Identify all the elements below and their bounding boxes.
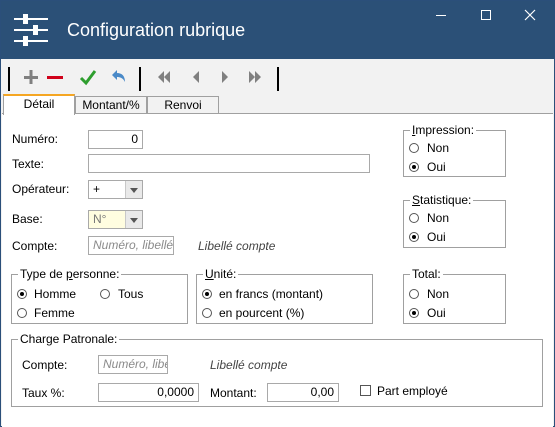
toolbar (1, 59, 554, 95)
settings-sliders-icon (14, 14, 48, 46)
statistique-non-radio[interactable] (409, 213, 419, 223)
numero-label: Numéro: (12, 132, 59, 146)
compte-libelle: Libellé compte (198, 239, 276, 253)
add-icon[interactable] (21, 67, 41, 87)
unite-group: Unité: en francs (montant) en pourcent (… (196, 267, 373, 324)
impression-non-label: Non (427, 141, 450, 155)
impression-oui-radio[interactable] (409, 162, 419, 172)
config-window: Configuration rubrique Détail Montant/% … (0, 0, 555, 427)
compte-input[interactable]: Numéro, libellé (88, 236, 174, 255)
window-title: Configuration rubrique (67, 20, 246, 40)
texte-label: Texte: (12, 157, 45, 171)
tous-label: Tous (118, 287, 144, 301)
type-personne-group: Type de personne: Homme Tous Femme (11, 267, 188, 324)
last-record-icon[interactable] (245, 67, 265, 87)
toolbar-separator (277, 67, 279, 91)
first-record-icon[interactable] (154, 67, 174, 87)
operateur-label: Opérateur: (12, 182, 70, 196)
total-non-label: Non (427, 287, 450, 301)
operateur-value: + (93, 182, 101, 196)
femme-label: Femme (34, 306, 75, 320)
impression-title: Impression: (410, 123, 477, 137)
close-icon (524, 9, 536, 21)
unite-title: Unité: (203, 267, 239, 281)
chevron-down-icon[interactable] (125, 211, 142, 228)
tab-montant[interactable]: Montant/% (75, 96, 147, 114)
part-employe-checkbox[interactable] (360, 385, 371, 396)
montant-input[interactable]: 0,00 (267, 383, 339, 402)
statistique-oui-label: Oui (427, 230, 446, 244)
maximize-icon (481, 10, 491, 20)
impression-group: Impression: Non Oui (403, 123, 506, 177)
charge-patronale-group: Charge Patronale: Compte: Numéro, libell… (11, 332, 543, 407)
total-oui-radio[interactable] (409, 308, 419, 318)
statistique-title: Statistique: (410, 193, 474, 207)
total-oui-label: Oui (427, 306, 446, 320)
toolbar-separator (139, 67, 141, 91)
cp-compte-label: Compte: (22, 358, 68, 372)
francs-label: en francs (montant) (219, 287, 324, 301)
title-bar: Configuration rubrique (1, 1, 554, 59)
operateur-select[interactable]: + (88, 180, 143, 199)
total-title: Total: (410, 267, 443, 281)
minimize-icon (436, 15, 446, 16)
taux-input[interactable]: 0,0000 (98, 383, 199, 402)
base-select[interactable]: N° (88, 210, 143, 229)
detail-panel: Numéro: 0 Texte: Opérateur: + Base: N° C… (2, 113, 553, 427)
impression-oui-label: Oui (427, 160, 446, 174)
statistique-title-text: tatistique: (420, 193, 472, 207)
statistique-non-label: Non (427, 211, 450, 225)
undo-icon[interactable] (108, 67, 128, 87)
cp-compte-input[interactable]: Numéro, libellé (98, 355, 168, 374)
tab-renvoi[interactable]: Renvoi (147, 96, 219, 114)
base-label: Base: (12, 212, 43, 226)
close-button[interactable] (515, 7, 545, 27)
tab-detail[interactable]: Détail (3, 94, 75, 115)
total-non-radio[interactable] (409, 289, 419, 299)
pourcent-radio[interactable] (202, 308, 212, 318)
next-record-icon[interactable] (215, 67, 235, 87)
taux-label: Taux %: (22, 386, 65, 400)
minimize-button[interactable] (426, 7, 456, 27)
cp-compte-libelle: Libellé compte (210, 358, 288, 372)
pourcent-label: en pourcent (%) (219, 306, 305, 320)
montant-label: Montant: (210, 386, 257, 400)
impression-title-text: mpression: (415, 123, 475, 137)
delete-icon[interactable] (45, 67, 65, 87)
validate-icon[interactable] (78, 67, 98, 87)
toolbar-grip (8, 67, 10, 91)
tab-bar: Détail Montant/% Renvoi (1, 94, 554, 115)
femme-radio[interactable] (17, 308, 27, 318)
statistique-oui-radio[interactable] (409, 232, 419, 242)
part-employe-label: Part employé (377, 384, 448, 398)
statistique-group: Statistique: Non Oui (403, 193, 506, 248)
impression-non-radio[interactable] (409, 143, 419, 153)
total-group: Total: Non Oui (403, 267, 506, 324)
homme-radio[interactable] (17, 289, 27, 299)
texte-input[interactable] (88, 154, 370, 173)
chevron-down-icon[interactable] (125, 181, 142, 198)
numero-input[interactable]: 0 (88, 130, 143, 149)
francs-radio[interactable] (202, 289, 212, 299)
tous-radio[interactable] (100, 289, 110, 299)
charge-patronale-title: Charge Patronale: (18, 332, 120, 346)
compte-label: Compte: (12, 239, 58, 253)
previous-record-icon[interactable] (186, 67, 206, 87)
base-value: N° (93, 212, 107, 226)
maximize-button[interactable] (471, 7, 501, 27)
type-personne-title: Type de personne: (18, 267, 122, 281)
homme-label: Homme (34, 287, 77, 301)
